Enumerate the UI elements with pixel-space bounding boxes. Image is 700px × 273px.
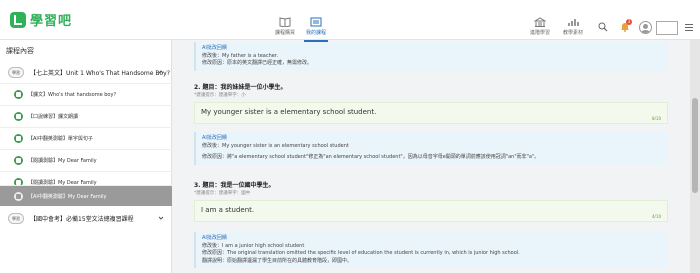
ai-feedback-1: AI批改回饋 修改後：My father is a teacher. 修改原因：… — [194, 42, 668, 71]
feedback-line: 修改原因：原本的英文翻譯已經正確，無需修改。 — [202, 60, 313, 66]
feedback-line: 翻譯說明：原始翻譯遺漏了學生目前所在的具體教育階段，即國中。 — [202, 257, 353, 264]
feedback-line: 修改後：My father is a teacher. — [202, 52, 279, 59]
menu-icon[interactable] — [685, 24, 693, 33]
ai-feedback-3: AI批改回饋 修改後：I am a junior high school stu… — [194, 232, 668, 268]
question-2-answer[interactable]: My younger sister is a elementary school… — [194, 102, 668, 124]
unit-badge: 學習 — [8, 212, 24, 224]
question-3-title: 3. 題目：我是一位國中學生。 — [194, 182, 275, 189]
lesson-item[interactable]: 【閱讀測驗】My Dear Family — [0, 149, 172, 171]
unit-item[interactable]: 學習 【國中會考】必備15堂文法總複習課程 — [0, 208, 172, 228]
teaching-material-button[interactable]: 教學素材 — [553, 17, 593, 36]
courses-icon — [310, 17, 322, 27]
tab-label: 課程購買 — [274, 30, 295, 36]
lesson-item-active[interactable]: 【AI中翻英測驗】My Dear Family — [0, 185, 172, 206]
logo-text: 學習吧 — [30, 14, 73, 29]
lesson-icon — [14, 156, 23, 165]
lesson-label: 【閱讀測驗】My Dear Family — [28, 158, 97, 164]
tool-label: 教學素材 — [562, 30, 583, 36]
feedback-title: AI批改回饋 — [202, 135, 227, 141]
question-3-hint: *建議提示：建議單字：國中 — [194, 191, 251, 196]
lesson-label: 【AI中翻英測驗】My Dear Family — [28, 193, 107, 200]
feedback-line: 修改原因：The original translation omitted th… — [202, 250, 520, 256]
search-icon[interactable] — [598, 22, 608, 32]
chevron-down-icon[interactable] — [158, 215, 164, 221]
lesson-label: 【AI中翻英測驗】單字與句子 — [28, 136, 93, 142]
chart-icon — [568, 19, 579, 26]
quiz-results: AI批改回饋 修改後：My father is a teacher. 修改原因：… — [186, 40, 688, 273]
avatar[interactable] — [639, 21, 652, 34]
notification-badge: 3 — [626, 19, 632, 25]
feedback-line: 修改後：My younger sister is an elementary s… — [202, 142, 349, 149]
lesson-icon — [14, 90, 23, 99]
score-badge: 8/10 — [652, 116, 661, 121]
course-sidebar: 課程內容 學習 【七上英文】Unit 1 Who's That Handsome… — [0, 40, 172, 273]
lesson-item[interactable]: 【口說練習】課文朗讀 — [0, 105, 172, 127]
lesson-icon — [14, 134, 23, 143]
feedback-line: 修改後：I am a junior high school student — [202, 242, 305, 249]
question-3-answer[interactable]: I am a student. 4/10 — [194, 200, 668, 222]
lesson-icon — [14, 191, 23, 201]
score-badge: 4/10 — [652, 214, 661, 219]
lesson-label: 【口說練習】課文朗讀 — [28, 114, 79, 120]
user-menu-box[interactable] — [656, 21, 678, 35]
question-2-title: 2. 題目：我的妹妹是一位小學生。 — [194, 84, 287, 91]
lesson-item[interactable]: 【課文】Who's that handsome boy？ — [0, 83, 172, 105]
tool-label: 進階學習 — [529, 30, 550, 36]
unit-label: 【七上英文】Unit 1 Who's That Handsome Boy? — [30, 69, 170, 77]
lesson-icon — [14, 112, 23, 121]
tab-my-courses[interactable]: 我的課程 — [296, 17, 336, 42]
chevron-up-icon[interactable] — [158, 69, 164, 75]
unit-item[interactable]: 學習 【七上英文】Unit 1 Who's That Handsome Boy? — [0, 62, 172, 82]
logo-icon — [10, 11, 26, 28]
lesson-label: 【課文】Who's that handsome boy？ — [28, 92, 119, 98]
feedback-title: AI批改回饋 — [202, 235, 227, 241]
lesson-item[interactable]: 【AI中翻英測驗】單字與句子 — [0, 127, 172, 149]
school-icon — [534, 17, 546, 27]
top-navbar: 學習吧 課程購買 我的課程 進階學習 教學素材 3 — [0, 0, 700, 42]
sidebar-title: 課程內容 — [6, 47, 34, 55]
feedback-title: AI批改回饋 — [202, 45, 227, 51]
answer-text: My younger sister is a elementary school… — [201, 108, 377, 116]
question-2-hint: *建議提示：建議單字：小 — [194, 93, 246, 98]
scrollbar-thumb[interactable] — [692, 98, 698, 193]
unit-badge: 學習 — [8, 66, 24, 78]
logo[interactable]: 學習吧 — [10, 10, 72, 29]
ai-feedback-2: AI批改回饋 修改後：My younger sister is an eleme… — [194, 132, 668, 165]
unit-label: 【國中會考】必備15堂文法總複習課程 — [30, 215, 134, 223]
feedback-line: 修改原因：將"a elementary school student"修正為"a… — [202, 154, 540, 160]
answer-text: I am a student. — [201, 206, 255, 214]
book-icon — [279, 17, 291, 27]
tab-label: 我的課程 — [305, 30, 326, 36]
